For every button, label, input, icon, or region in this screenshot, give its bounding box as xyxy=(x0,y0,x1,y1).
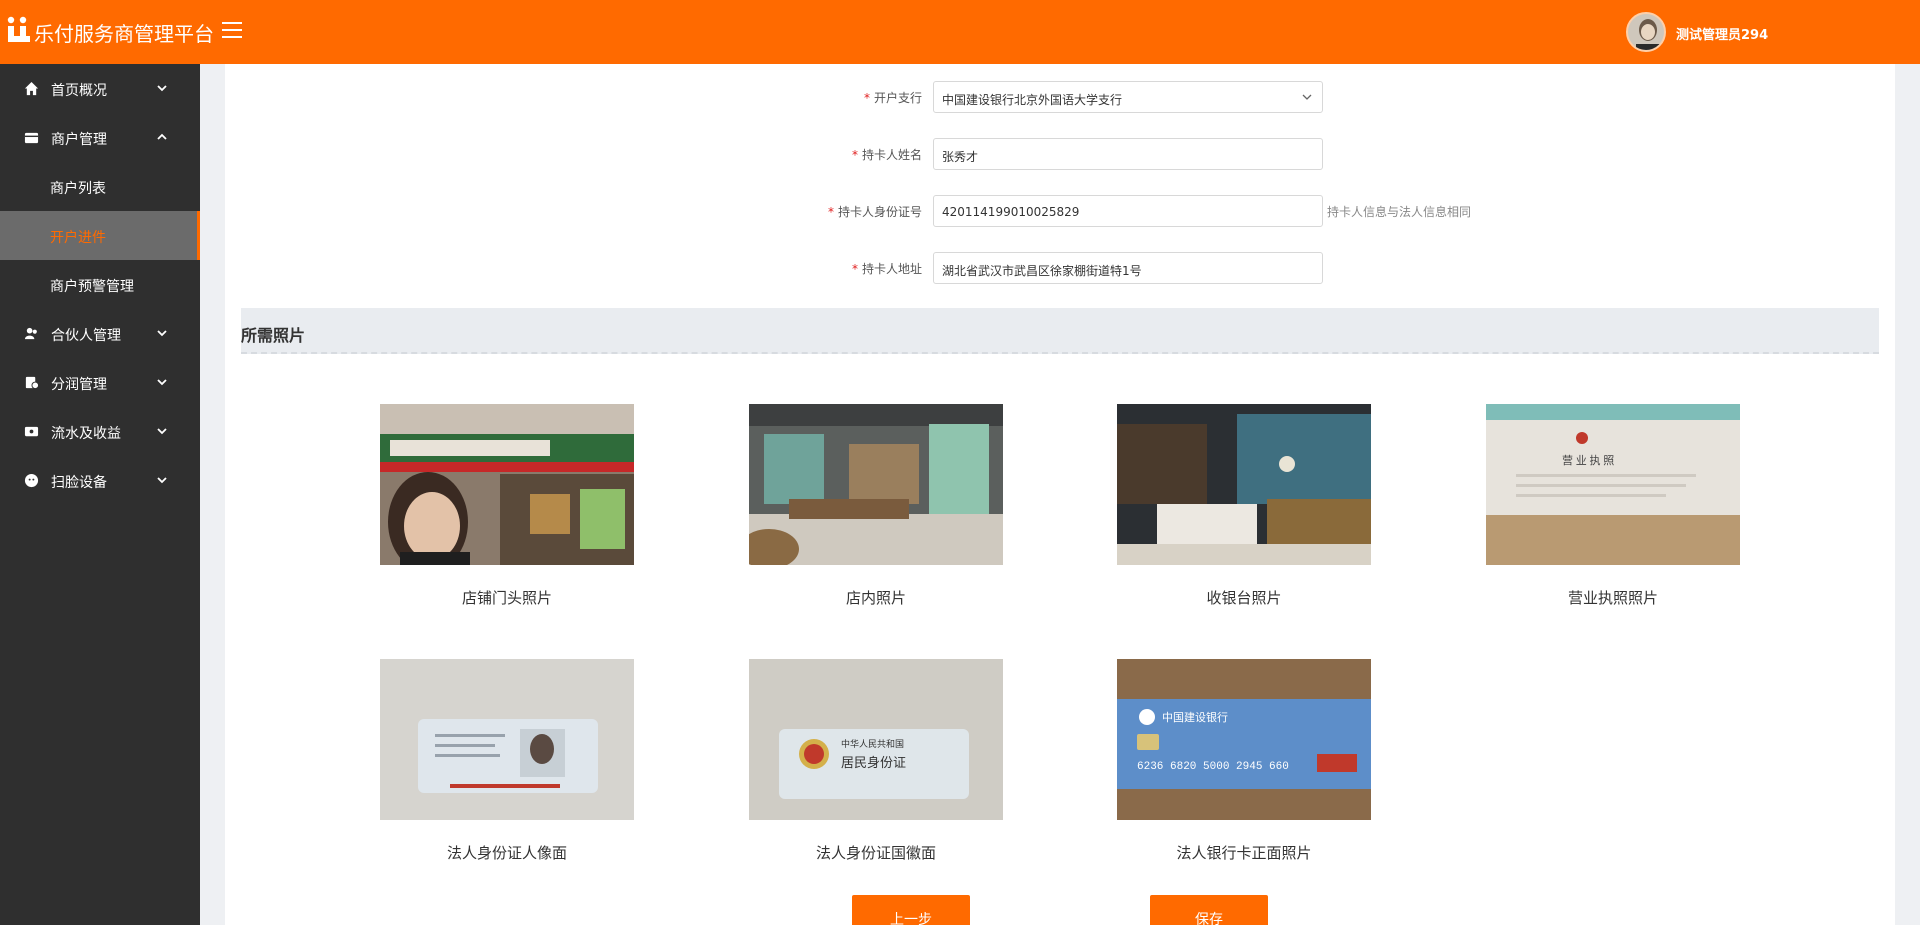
face-scan-icon xyxy=(24,473,39,488)
photos-section-header: 所需照片 xyxy=(241,308,1879,354)
holder-address-input[interactable]: 湖北省武汉市武昌区徐家棚街道特1号 xyxy=(933,252,1323,284)
store-icon xyxy=(24,132,39,144)
holder-name-row: * 持卡人姓名 xyxy=(800,138,922,170)
profit-icon xyxy=(25,376,39,390)
id-back-title-text: 中华人民共和国 xyxy=(841,738,904,749)
photo-caption: 店铺门头照片 xyxy=(461,589,552,607)
photo-interior[interactable] xyxy=(749,404,1003,565)
bank-name-text: 中国建设银行 xyxy=(1162,710,1228,724)
photo-cashier[interactable] xyxy=(1117,404,1371,565)
holder-address-value: 湖北省武汉市武昌区徐家棚街道特1号 xyxy=(942,264,1142,278)
sidebar-item-partners[interactable]: 合伙人管理 xyxy=(0,309,200,358)
photo-caption: 法人银行卡正面照片 xyxy=(1176,844,1312,862)
home-icon xyxy=(24,81,39,96)
branch-row: * 开户支行 xyxy=(800,81,922,113)
top-header: 乐付服务商管理平台 测试管理员294 xyxy=(0,0,1920,64)
branch-select[interactable]: 中国建设银行北京外国语大学支行 xyxy=(933,81,1323,113)
prev-step-button[interactable]: 上一步 xyxy=(852,895,970,925)
holder-name-value: 张秀才 xyxy=(942,150,979,164)
holder-id-label: * 持卡人身份证号 xyxy=(827,205,922,219)
avatar[interactable] xyxy=(1626,12,1666,52)
logo-icon xyxy=(7,16,30,42)
photo-caption: 营业执照照片 xyxy=(1567,589,1658,607)
chevron-up-icon xyxy=(157,133,167,140)
photo-caption: 法人身份证人像面 xyxy=(446,844,567,862)
chevron-down-icon xyxy=(1302,94,1312,100)
photo-bank-card[interactable]: 中国建设银行 6236 6820 5000 2945 660 xyxy=(1117,659,1371,820)
holder-id-value: 420114199010025829 xyxy=(942,205,1080,219)
save-button[interactable]: 保存 xyxy=(1150,895,1268,925)
id-back-image: 中华人民共和国 居民身份证 xyxy=(749,659,1003,820)
id-back-subtitle-text: 居民身份证 xyxy=(841,755,906,770)
chevron-down-icon xyxy=(157,85,167,92)
sidebar-item-label: 分润管理 xyxy=(51,377,107,393)
sidebar-item-face-devices[interactable]: 扫脸设备 xyxy=(0,456,200,505)
chevron-down-icon xyxy=(157,330,167,337)
sidebar-subitem-label: 开户进件 xyxy=(50,230,106,246)
sidebar-subitem-merchant-list[interactable]: 商户列表 xyxy=(0,162,200,211)
card-number-text: 6236 6820 5000 2945 660 xyxy=(1137,761,1289,773)
chevron-down-icon xyxy=(157,428,167,435)
partner-icon xyxy=(24,327,37,340)
sidebar-item-transactions[interactable]: 流水及收益 xyxy=(0,407,200,456)
sidebar-item-label: 商户管理 xyxy=(51,132,107,148)
photo-caption: 店内照片 xyxy=(845,589,906,607)
user-name[interactable]: 测试管理员294 xyxy=(1676,24,1768,43)
photo-caption: 收银台照片 xyxy=(1206,589,1282,607)
hamburger-menu-icon[interactable] xyxy=(222,22,242,40)
id-front-image xyxy=(380,659,634,820)
page-scrollbar[interactable] xyxy=(1900,64,1920,925)
sidebar-item-label: 首页概况 xyxy=(51,83,107,99)
section-title: 所需照片 xyxy=(241,326,306,345)
bank-card-image: 中国建设银行 6236 6820 5000 2945 660 xyxy=(1117,659,1371,820)
app-title: 乐付服务商管理平台 xyxy=(34,22,214,46)
sidebar-subitem-label: 商户预警管理 xyxy=(50,279,134,295)
photo-id-back[interactable]: 中华人民共和国 居民身份证 xyxy=(749,659,1003,820)
business-license-image: 营 业 执 照 xyxy=(1486,404,1740,565)
branch-label: * 开户支行 xyxy=(863,91,922,105)
holder-id-hint: 持卡人信息与法人信息相同 xyxy=(1327,205,1472,219)
sidebar-item-profit-sharing[interactable]: 分润管理 xyxy=(0,358,200,407)
holder-address-row: * 持卡人地址 xyxy=(800,252,922,284)
interior-image xyxy=(749,404,1003,565)
sidebar-subitem-merchant-alerts[interactable]: 商户预警管理 xyxy=(0,260,200,309)
sidebar: 首页概况 商户管理 商户列表 开户进件 商户预警管理 合伙人管理 分润管理 流水… xyxy=(0,64,200,925)
chevron-down-icon xyxy=(157,477,167,484)
sidebar-subitem-onboarding[interactable]: 开户进件 xyxy=(0,211,200,260)
sidebar-item-home[interactable]: 首页概况 xyxy=(0,64,200,113)
user-photo xyxy=(1628,14,1664,50)
sidebar-item-label: 合伙人管理 xyxy=(51,328,121,344)
branch-select-value: 中国建设银行北京外国语大学支行 xyxy=(942,93,1123,107)
sidebar-subitem-label: 商户列表 xyxy=(50,181,106,197)
photo-id-front[interactable] xyxy=(380,659,634,820)
photo-caption: 法人身份证国徽面 xyxy=(815,844,936,862)
photo-business-license[interactable]: 营 业 执 照 xyxy=(1486,404,1740,565)
cashier-image xyxy=(1117,404,1371,565)
sidebar-item-label: 扫脸设备 xyxy=(51,475,107,491)
license-title-text: 营 业 执 照 xyxy=(1562,453,1614,467)
sidebar-item-label: 流水及收益 xyxy=(51,426,121,442)
wallet-icon xyxy=(24,426,39,437)
sidebar-item-merchants[interactable]: 商户管理 xyxy=(0,113,200,162)
holder-address-label: * 持卡人地址 xyxy=(851,262,922,276)
holder-name-input[interactable]: 张秀才 xyxy=(933,138,1323,170)
chevron-down-icon xyxy=(157,379,167,386)
holder-id-row: * 持卡人身份证号 xyxy=(800,195,922,227)
storefront-image xyxy=(380,404,634,565)
holder-name-label: * 持卡人姓名 xyxy=(851,148,922,162)
holder-id-input[interactable]: 420114199010025829 xyxy=(933,195,1323,227)
photo-storefront[interactable] xyxy=(380,404,634,565)
